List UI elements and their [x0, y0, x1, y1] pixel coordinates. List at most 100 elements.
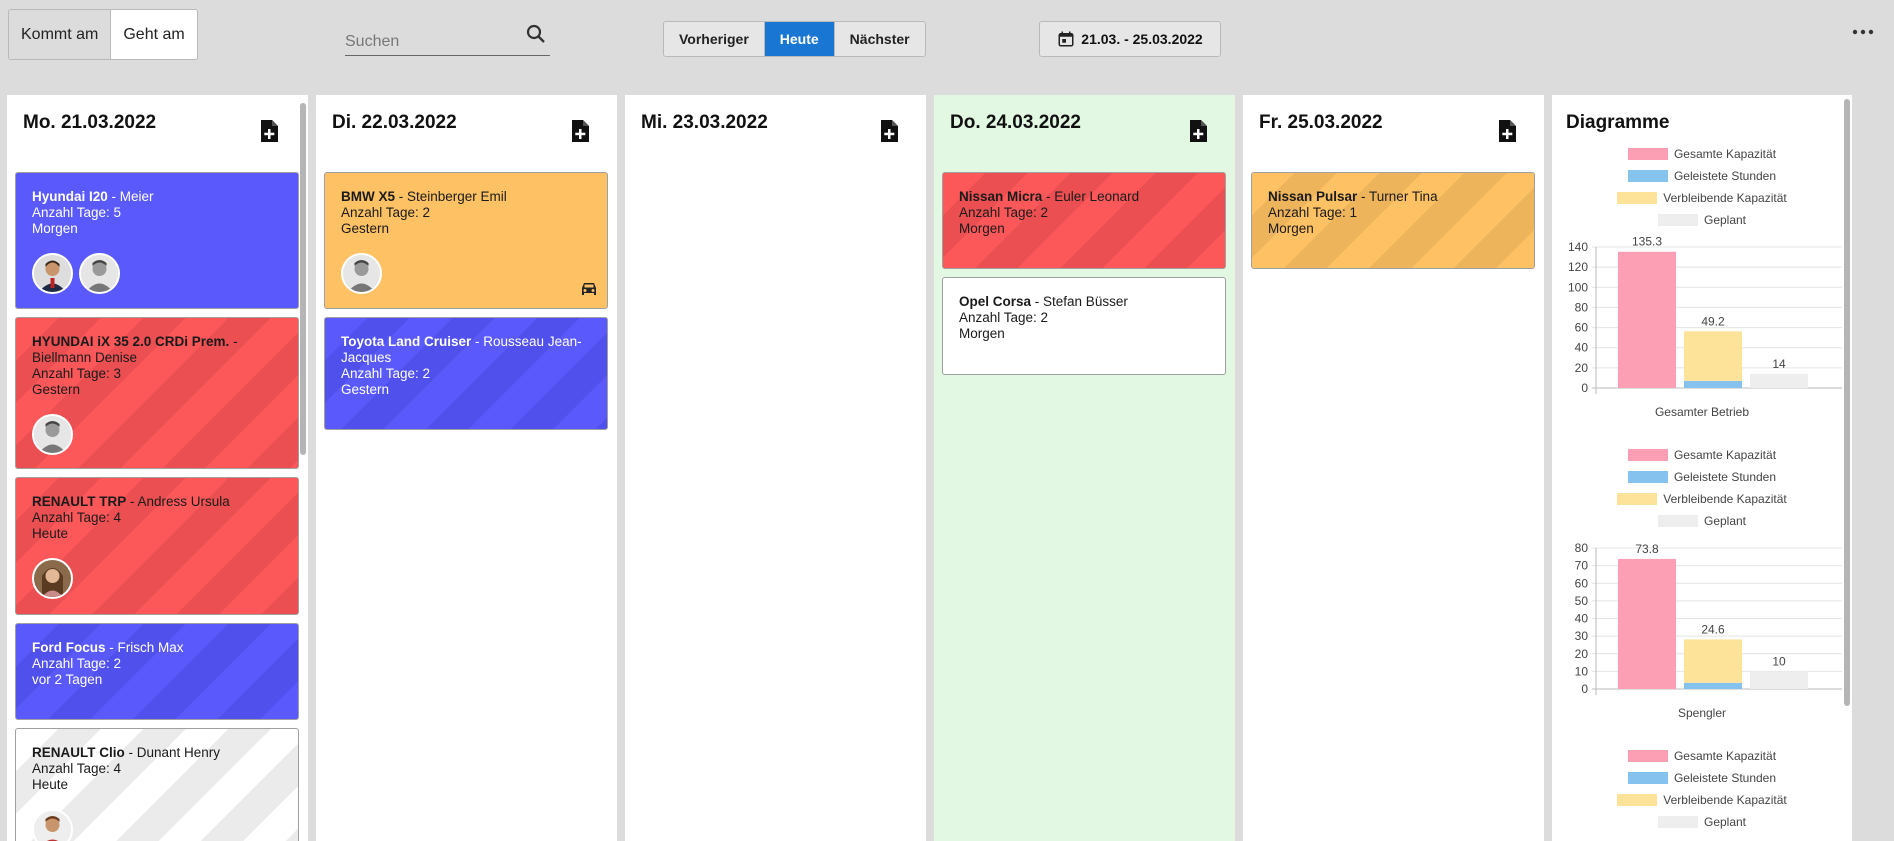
booking-card[interactable]: Nissan Pulsar - Turner Tina Anzahl Tage:…: [1251, 172, 1535, 269]
legend-swatch: [1627, 170, 1668, 182]
y-tick-label: 80: [1575, 541, 1589, 555]
booking-card[interactable]: HYUNDAI iX 35 2.0 CRDi Prem. - Biellmann…: [15, 317, 299, 469]
booking-card[interactable]: Opel Corsa - Stefan Büsser Anzahl Tage: …: [942, 277, 1226, 375]
days-count: Anzahl Tage: 5: [32, 205, 122, 220]
y-tick-label: 60: [1575, 321, 1589, 335]
days-count: Anzahl Tage: 2: [341, 366, 431, 381]
booking-card[interactable]: Nissan Micra - Euler Leonard Anzahl Tage…: [942, 172, 1226, 269]
avatar: [341, 253, 382, 294]
today-button[interactable]: Heute: [763, 22, 834, 56]
car-name: Ford Focus: [32, 640, 106, 655]
day-column-tue: Di. 22.03.2022 BMW X5 - Steinberger Emil…: [316, 95, 617, 841]
toolbar: Kommt am Geht am Vorheriger Heute Nächst…: [0, 0, 1894, 80]
capacity-chart-total: 020406080100120140135.37.0749.214: [1568, 235, 1842, 395]
legend-label: Gesamte Kapazität: [1673, 147, 1777, 161]
data-label: 73.8: [1635, 542, 1659, 556]
booking-card[interactable]: Toyota Land Cruiser - Rousseau Jean-Jacq…: [324, 317, 608, 430]
search-input[interactable]: [345, 20, 515, 56]
bar: [1684, 380, 1742, 388]
toggle-kommt-am[interactable]: Kommt am: [9, 10, 111, 59]
data-label: 10: [1772, 654, 1786, 668]
legend-item: Gesamte Kapazität: [1552, 444, 1852, 466]
customer-name: - Stefan Büsser: [1031, 294, 1128, 309]
legend-swatch: [1627, 750, 1668, 762]
customer-name: - Andress Ursula: [126, 494, 230, 509]
mechanic-avatars: [32, 253, 120, 294]
add-document-icon[interactable]: [569, 119, 591, 143]
date-range-picker[interactable]: 21.03. - 25.03.2022: [1039, 21, 1221, 57]
chart-legend: Gesamte Kapazität Geleistete Stunden Ver…: [1552, 143, 1852, 231]
customer-name: - Euler Leonard: [1042, 189, 1140, 204]
car-name: RENAULT TRP: [32, 494, 127, 509]
add-document-icon[interactable]: [258, 119, 280, 143]
legend-item: Geleistete Stunden: [1552, 165, 1852, 187]
car-name: HYUNDAI iX 35 2.0 CRDi Prem.: [32, 334, 230, 349]
add-document-icon[interactable]: [1496, 119, 1518, 143]
add-document-icon[interactable]: [1187, 119, 1209, 143]
customer-name: - Steinberger Emil: [395, 189, 507, 204]
return-when: Gestern: [32, 382, 81, 397]
days-count: Anzahl Tage: 2: [32, 656, 122, 671]
chart-caption: Gesamter Betrieb: [1654, 405, 1750, 419]
booking-card[interactable]: RENAULT Clio - Dunant Henry Anzahl Tage:…: [15, 728, 299, 841]
legend-swatch: [1657, 214, 1698, 226]
avatar: [32, 809, 73, 841]
bar: [1618, 558, 1676, 689]
bar: [1750, 373, 1808, 388]
return-when: Morgen: [32, 221, 78, 236]
legend-item: Geplant: [1552, 510, 1852, 532]
y-tick-label: 40: [1575, 612, 1589, 626]
customer-name: - Frisch Max: [105, 640, 184, 655]
avatar: [32, 414, 73, 455]
return-when: Morgen: [959, 326, 1005, 341]
day-title: Mi. 23.03.2022: [641, 112, 768, 133]
customer-name: - Turner Tina: [1357, 189, 1438, 204]
diagram-panel: Diagramme Gesamte Kapazität Geleistete S…: [1552, 95, 1852, 841]
legend-label: Gesamte Kapazität: [1673, 448, 1777, 462]
more-options-icon[interactable]: [1850, 20, 1876, 44]
return-when: Gestern: [341, 221, 390, 236]
legend-item: Geplant: [1552, 209, 1852, 231]
return-when: Morgen: [1268, 221, 1314, 236]
add-document-icon[interactable]: [878, 119, 900, 143]
mechanic-avatars: [341, 253, 382, 294]
legend-label: Geleistete Stunden: [1673, 470, 1777, 484]
booking-card[interactable]: Ford Focus - Frisch Max Anzahl Tage: 2 v…: [15, 623, 299, 720]
previous-button[interactable]: Vorheriger: [664, 22, 764, 56]
day-title: Di. 22.03.2022: [332, 112, 457, 133]
data-label: 14: [1772, 357, 1786, 371]
bar: [1684, 331, 1742, 381]
calendar-icon: [1058, 31, 1074, 47]
bar: [1618, 251, 1676, 388]
mechanic-avatars: [32, 809, 73, 841]
car-name: Nissan Micra: [959, 189, 1043, 204]
y-tick-label: 0: [1581, 381, 1588, 395]
mechanic-avatars: [32, 414, 73, 455]
next-button[interactable]: Nächster: [833, 22, 925, 56]
chart-caption: Spengler: [1677, 706, 1727, 720]
data-label: 49.2: [1701, 314, 1725, 328]
toggle-geht-am[interactable]: Geht am: [110, 10, 197, 59]
day-title: Fr. 25.03.2022: [1259, 112, 1383, 133]
legend-label: Geleistete Stunden: [1673, 771, 1777, 785]
search-box: [345, 20, 550, 56]
search-icon[interactable]: [524, 22, 548, 46]
legend-label: Geplant: [1703, 514, 1747, 528]
date-range-label: 21.03. - 25.03.2022: [1081, 31, 1203, 47]
return-when: Morgen: [959, 221, 1005, 236]
legend-label: Geplant: [1703, 213, 1747, 227]
car-name: Hyundai I20: [32, 189, 108, 204]
legend-label: Geleistete Stunden: [1673, 169, 1777, 183]
avatar: [79, 253, 120, 294]
legend-item: Gesamte Kapazität: [1552, 143, 1852, 165]
legend-swatch: [1617, 493, 1658, 505]
y-tick-label: 0: [1581, 682, 1588, 696]
data-label: 24.6: [1701, 622, 1725, 636]
booking-card[interactable]: Hyundai I20 - Meier Anzahl Tage: 5 Morge…: [15, 172, 299, 309]
arrival-departure-toggle: Kommt am Geht am: [8, 9, 198, 60]
column-scrollbar[interactable]: [300, 103, 306, 455]
y-tick-label: 10: [1575, 664, 1589, 678]
booking-card[interactable]: BMW X5 - Steinberger Emil Anzahl Tage: 2…: [324, 172, 608, 309]
legend-item: Geleistete Stunden: [1552, 767, 1852, 789]
booking-card[interactable]: RENAULT TRP - Andress Ursula Anzahl Tage…: [15, 477, 299, 615]
